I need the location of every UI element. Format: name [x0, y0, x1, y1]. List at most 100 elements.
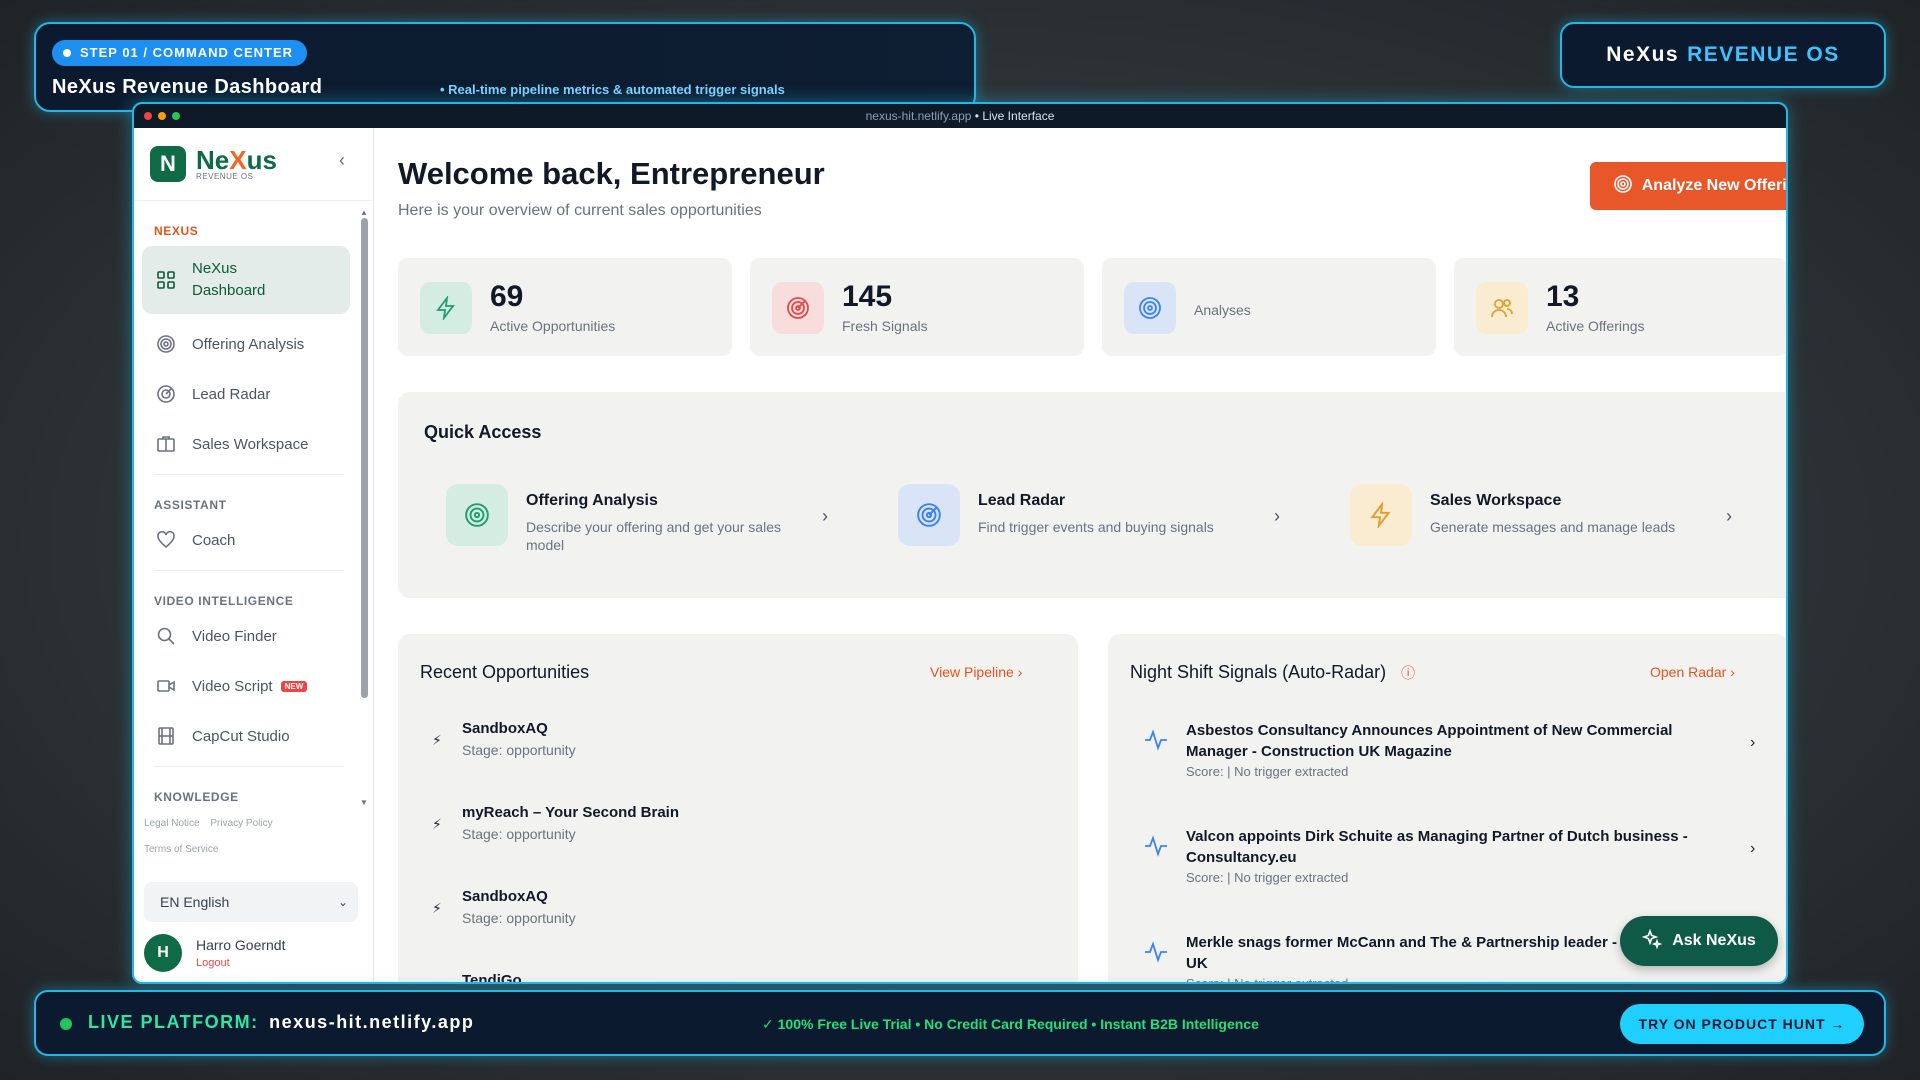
section-nexus: NEXUS	[154, 224, 199, 238]
sidebar-item-label: Coach	[192, 531, 236, 549]
quick-access-name: Sales Workspace	[1430, 492, 1562, 509]
sidebar-separator	[154, 570, 344, 571]
sidebar-item-label: Sales Workspace	[192, 435, 309, 453]
sparkle-icon	[1641, 928, 1663, 954]
sidebar-item-lead-radar[interactable]: Lead Radar	[142, 372, 350, 416]
signal-score: Score: | No trigger extracted	[1186, 870, 1349, 885]
sidebar-item-label: Lead Radar	[192, 385, 271, 403]
sidebar-scrollbar[interactable]: ▲ ▼	[360, 208, 368, 808]
sidebar-separator	[154, 766, 344, 767]
language-select[interactable]: EN English ⌄	[144, 882, 358, 922]
collapse-sidebar-icon[interactable]: ‹	[330, 148, 354, 172]
quick-access-name: Offering Analysis	[526, 492, 658, 509]
signal-item[interactable]: Asbestos Consultancy Announces Appointme…	[1130, 720, 1755, 810]
target-icon	[1613, 174, 1632, 198]
sidebar-item-label: NeXus Dashboard	[192, 260, 266, 299]
heart-icon	[156, 530, 176, 550]
lightning-icon: ⚡︎	[432, 900, 442, 916]
sidebar: N NeXus REVENUE OS ‹ ▲ ▼ NEXUS NeXus Das…	[134, 128, 374, 982]
recent-opportunities-title: Recent Opportunities	[420, 662, 590, 682]
stat-label: Active Opportunities	[490, 318, 616, 334]
sidebar-item-video-finder[interactable]: Video Finder	[142, 614, 350, 658]
analyze-new-offering-button[interactable]: Analyze New Offering	[1590, 162, 1786, 210]
sidebar-item-offering-analysis[interactable]: Offering Analysis	[142, 322, 350, 366]
chevron-right-icon: ›	[1017, 664, 1023, 680]
app-window: nexus-hit.netlify.app • Live Interface N…	[132, 102, 1788, 984]
stat-card-active-offerings[interactable]: 13 Active Offerings	[1454, 258, 1786, 356]
sidebar-item-capcut-studio[interactable]: CapCut Studio	[142, 714, 350, 758]
legal-notice-link[interactable]: Legal Notice	[144, 818, 200, 829]
sidebar-divider	[134, 200, 374, 201]
opportunity-name: SandboxAQ	[462, 720, 548, 737]
stat-card-analyses[interactable]: Analyses	[1102, 258, 1436, 356]
sidebar-item-video-script[interactable]: Video Script NEW	[142, 664, 350, 708]
radar-icon	[772, 282, 824, 334]
opportunity-item[interactable]: ⚡︎ myReach – Your Second Brain Stage: op…	[420, 804, 1020, 864]
sidebar-item-label: Video Finder	[192, 627, 277, 645]
chevron-down-icon: ⌄	[337, 895, 348, 909]
logout-link[interactable]: Logout	[196, 957, 285, 969]
view-pipeline-label: View Pipeline	[930, 664, 1014, 680]
stat-label: Fresh Signals	[842, 318, 928, 334]
open-radar-link[interactable]: Open Radar ›	[1650, 664, 1735, 680]
target-icon	[1124, 282, 1176, 334]
activity-icon	[1144, 728, 1168, 757]
stat-card-active-opportunities[interactable]: 69 Active Opportunities	[398, 258, 732, 356]
live-label-text: LIVE PLATFORM:	[88, 1012, 259, 1032]
logo-text: NeXus REVENUE OS	[196, 147, 277, 181]
close-dot[interactable]	[144, 112, 152, 120]
opportunity-item[interactable]: ⚡︎ SandboxAQ Stage: opportunity	[420, 888, 1020, 948]
brand-box: NeXus REVENUE OS	[1560, 22, 1886, 88]
trial-info: ✓ 100% Free Live Trial • No Credit Card …	[762, 1016, 1259, 1032]
user-name: Harro Goerndt	[196, 937, 286, 953]
logo[interactable]: N NeXus REVENUE OS	[150, 144, 360, 184]
activity-icon	[1144, 940, 1168, 969]
film-icon	[156, 726, 176, 746]
stat-label: Analyses	[1194, 302, 1251, 318]
live-url[interactable]: nexus-hit.netlify.app	[269, 1012, 474, 1032]
signal-item[interactable]: Valcon appoints Dirk Schuite as Managing…	[1130, 826, 1755, 916]
opportunity-item[interactable]: TendiGo	[420, 972, 1020, 982]
quick-access-offering-analysis[interactable]: Offering Analysis Describe your offering…	[446, 484, 846, 553]
user-profile: H Harro Goerndt Logout	[144, 934, 285, 972]
signal-title: Valcon appoints Dirk Schuite as Managing…	[1186, 828, 1688, 866]
chevron-right-icon: ›	[1730, 664, 1735, 680]
section-assistant: ASSISTANT	[154, 498, 227, 512]
ask-nexus-button[interactable]: Ask NeXus	[1620, 916, 1778, 966]
minimize-dot[interactable]	[158, 112, 166, 120]
target-icon	[156, 334, 176, 354]
terms-link[interactable]: Terms of Service	[144, 844, 218, 855]
brand-name: NeXus	[1606, 43, 1680, 66]
sidebar-item-coach[interactable]: Coach	[142, 518, 350, 562]
stat-card-fresh-signals[interactable]: 145 Fresh Signals	[750, 258, 1084, 356]
window-titlebar: nexus-hit.netlify.app • Live Interface	[134, 104, 1786, 128]
step-pill: STEP 01 / COMMAND CENTER	[52, 40, 308, 66]
scroll-down-icon[interactable]: ▼	[360, 798, 368, 807]
opportunity-item[interactable]: ⚡︎ SandboxAQ Stage: opportunity	[420, 720, 1020, 780]
sidebar-item-label: Offering Analysis	[192, 335, 305, 353]
scroll-up-icon[interactable]: ▲	[360, 208, 368, 217]
sidebar-item-dashboard[interactable]: NeXus Dashboard	[142, 246, 350, 314]
maximize-dot[interactable]	[172, 112, 180, 120]
opportunity-stage: Stage: opportunity	[462, 910, 576, 926]
info-icon[interactable]: ⓘ	[1401, 665, 1415, 681]
view-pipeline-link[interactable]: View Pipeline ›	[930, 664, 1022, 680]
sidebar-item-sales-workspace[interactable]: Sales Workspace	[142, 422, 350, 466]
sidebar-item-label: Video Script	[192, 677, 273, 695]
window-url: nexus-hit.netlify.app	[865, 109, 972, 123]
signals-title-text: Night Shift Signals (Auto-Radar)	[1130, 662, 1387, 682]
quick-access-sales-workspace[interactable]: Sales Workspace Generate messages and ma…	[1350, 484, 1750, 550]
dashboard-icon	[156, 270, 176, 290]
scrollbar-thumb[interactable]	[361, 218, 368, 698]
chevron-right-icon: ›	[822, 506, 828, 526]
window-controls	[144, 112, 180, 120]
activity-icon	[1144, 834, 1168, 863]
night-shift-signals-title: Night Shift Signals (Auto-Radar) ⓘ	[1130, 662, 1415, 683]
chevron-right-icon: ›	[1726, 506, 1732, 526]
target-icon	[446, 484, 508, 546]
opportunity-stage: Stage: opportunity	[462, 742, 576, 758]
quick-access-lead-radar[interactable]: Lead Radar Find trigger events and buyin…	[898, 484, 1298, 550]
privacy-policy-link[interactable]: Privacy Policy	[210, 818, 272, 829]
avatar[interactable]: H	[144, 934, 182, 972]
product-hunt-button[interactable]: TRY ON PRODUCT HUNT →	[1620, 1004, 1864, 1044]
